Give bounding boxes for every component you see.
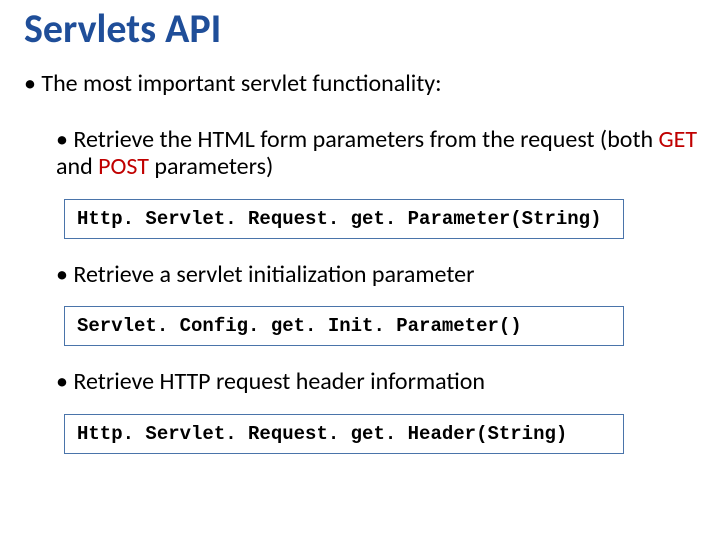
sub-bullet-1-suffix: parameters) [149,152,273,181]
get-keyword: GET [659,125,698,154]
sub-bullet-1-mid: and [56,152,98,181]
main-bullet: • The most important servlet functionali… [0,70,720,98]
slide-title: Servlets API [0,8,720,50]
sub-bullet-2: • Retrieve a servlet initialization para… [0,261,720,289]
sub-bullet-1: • Retrieve the HTML form parameters from… [0,126,720,181]
code-box-3: Http. Servlet. Request. get. Header(Stri… [64,414,624,454]
sub-bullet-1-prefix: • Retrieve the HTML form parameters from… [56,125,659,154]
code-box-1: Http. Servlet. Request. get. Parameter(S… [64,199,624,239]
slide: Servlets API • The most important servle… [0,0,720,540]
post-keyword: POST [98,152,149,181]
code-box-2: Servlet. Config. get. Init. Parameter() [64,306,624,346]
sub-bullet-3: • Retrieve HTTP request header informati… [0,368,720,396]
